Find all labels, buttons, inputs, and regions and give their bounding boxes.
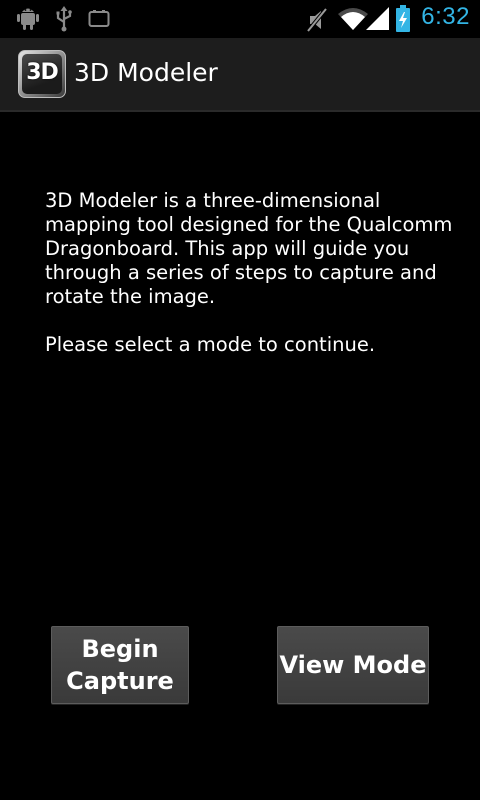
wifi-icon: [338, 8, 368, 30]
storage-icon: [88, 10, 110, 27]
view-mode-label: View Mode: [279, 651, 427, 679]
begin-capture-button[interactable]: Begin Capture: [51, 626, 189, 704]
begin-capture-label: Begin Capture: [66, 635, 174, 695]
mode-prompt: Please select a mode to continue.: [45, 333, 376, 356]
battery-charging-icon: [396, 5, 410, 32]
status-bar: 6:32: [0, 0, 480, 38]
view-mode-button[interactable]: View Mode: [277, 626, 429, 704]
app-icon-label: 3D: [26, 60, 59, 85]
mute-icon: [306, 7, 328, 33]
app-icon[interactable]: 3D: [18, 50, 66, 98]
signal-icon: [366, 7, 389, 30]
usb-icon: [56, 6, 72, 32]
action-bar: 3D 3D Modeler: [0, 38, 480, 112]
app-description: 3D Modeler is a three-dimensional mappin…: [45, 189, 453, 308]
app-title: 3D Modeler: [74, 58, 218, 87]
android-debug-icon: [17, 8, 39, 30]
clock: 6:32: [421, 3, 470, 30]
